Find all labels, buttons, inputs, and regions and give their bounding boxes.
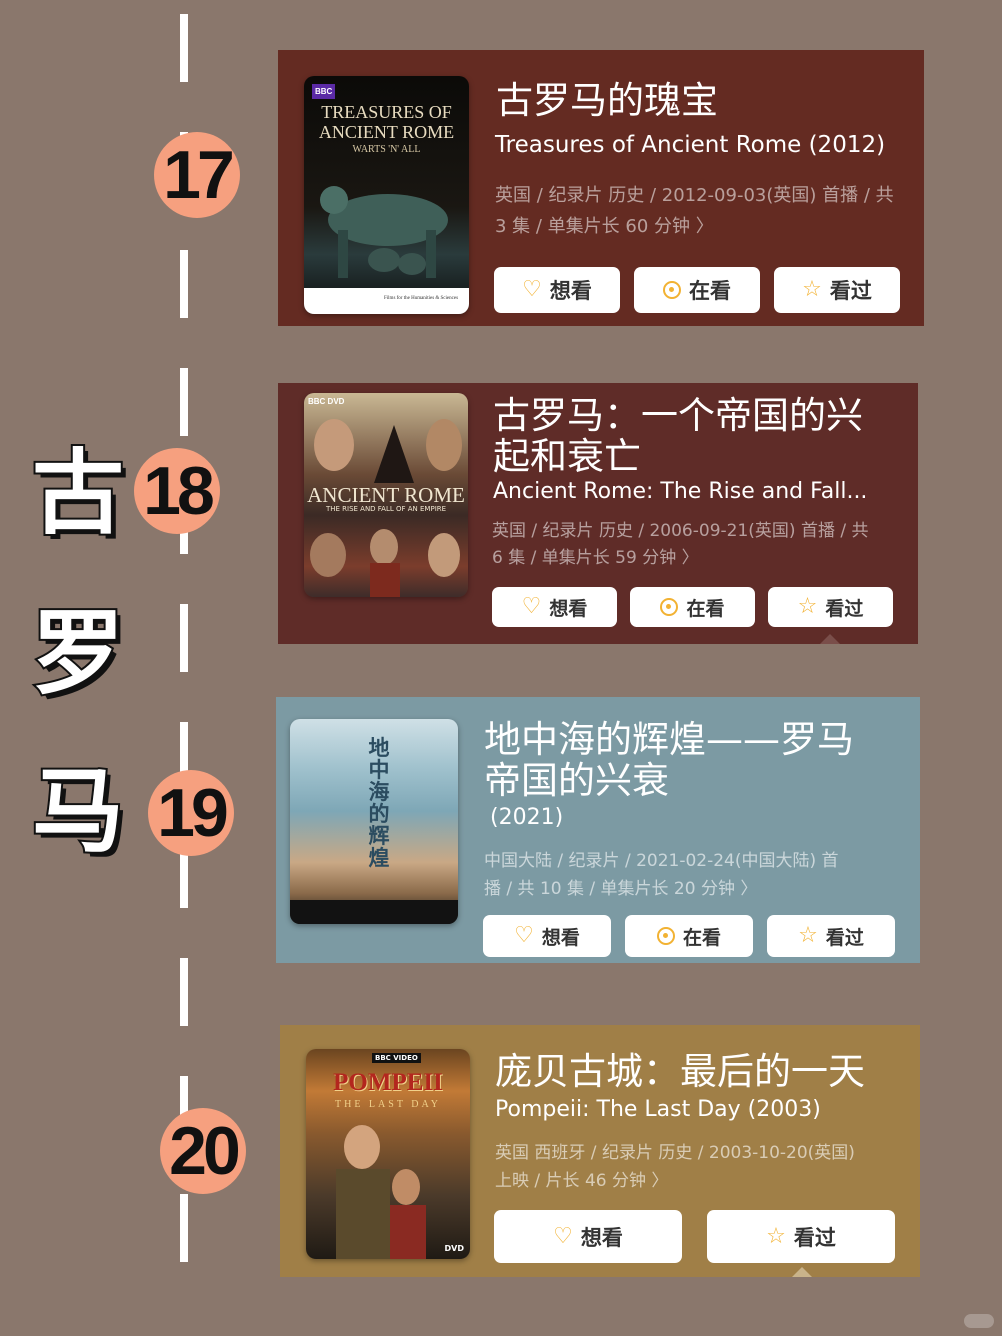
movie-meta[interactable]: 中国大陆 / 纪录片 / 2021-02-24(中国大陆) 首 播 / 共 10… xyxy=(484,847,839,903)
meta-line: 英国 / 纪录片 历史 / 2006-09-21(英国) 首播 / 共 xyxy=(492,521,869,541)
poster-image[interactable]: BBC DVD ANCIENT ROME THE RISE AND FALL O… xyxy=(304,393,468,597)
movie-card-19[interactable]: 地中海的辉煌 地中海的辉煌——罗马 帝国的兴衰 (2021) 中国大陆 / 纪录… xyxy=(276,697,920,963)
she-wolf-statue-illustration xyxy=(320,186,448,278)
button-label: 想看 xyxy=(549,279,592,303)
target-dot-icon xyxy=(656,927,675,945)
heart-plus-icon: ♡ xyxy=(553,1223,573,1249)
button-label: 想看 xyxy=(580,1225,623,1250)
meta-line: 3 集 / 单集片长 60 分钟 〉 xyxy=(495,216,714,237)
timeline-number-19: 19 xyxy=(148,770,234,856)
dvd-logo: DVD xyxy=(444,1244,464,1253)
poster-title-char: 辉 xyxy=(368,823,390,848)
watched-button[interactable]: ☆ 看过 xyxy=(707,1210,895,1263)
side-title-char-3: 马 xyxy=(30,758,126,865)
want-to-watch-button[interactable]: ♡ 想看 xyxy=(483,915,611,957)
side-title-char-1: 古 xyxy=(30,440,126,547)
meta-line: 中国大陆 / 纪录片 / 2021-02-24(中国大陆) 首 xyxy=(484,851,839,871)
poster-title-text: 地中海的辉煌 xyxy=(362,737,396,869)
side-title-char-2: 罗 xyxy=(30,600,126,707)
heart-plus-icon: ♡ xyxy=(521,594,542,619)
tooltip-notch xyxy=(792,1267,812,1277)
poster-image[interactable]: 地中海的辉煌 xyxy=(290,719,458,924)
button-label: 在看 xyxy=(682,926,721,949)
poster-footer: Films for the Humanities & Sciences xyxy=(304,288,469,314)
title-line: 地中海的辉煌——罗马 xyxy=(484,718,854,761)
meta-line: 英国 / 纪录片 历史 / 2012-09-03(英国) 首播 / 共 xyxy=(495,185,894,206)
timeline-number-20: 20 xyxy=(160,1108,246,1194)
movie-card-17[interactable]: BBC TREASURES OF ANCIENT ROME WARTS 'N' … xyxy=(278,50,924,326)
watching-button[interactable]: 在看 xyxy=(625,915,753,957)
poster-title-char: 海 xyxy=(368,779,390,804)
poster-image[interactable]: BBC VIDEO POMPEII THE LAST DAY DVD xyxy=(306,1049,470,1259)
watermark xyxy=(964,1314,994,1328)
movie-title[interactable]: 地中海的辉煌——罗马 帝国的兴衰 xyxy=(484,719,854,801)
poster-tagline: WARTS 'N' ALL xyxy=(352,144,421,155)
pompeii-figures-illustration xyxy=(336,1125,426,1259)
watching-button[interactable]: 在看 xyxy=(630,587,755,627)
movie-subtitle: Ancient Rome: The Rise and Fall... xyxy=(493,479,868,504)
poster-title: POMPEII xyxy=(333,1069,443,1096)
poster-title-char: 的 xyxy=(368,801,390,826)
watched-button[interactable]: ☆ 看过 xyxy=(767,915,895,957)
movie-card-18[interactable]: BBC DVD ANCIENT ROME THE RISE AND FALL O… xyxy=(278,383,918,644)
poster-tagline: THE LAST DAY xyxy=(334,1099,441,1110)
poster-tagline: THE RISE AND FALL OF AN EMPIRE xyxy=(325,505,447,513)
heart-plus-icon: ♡ xyxy=(522,277,542,302)
roman-crowd-illustration xyxy=(310,529,460,597)
movie-meta[interactable]: 英国 西班牙 / 纪录片 历史 / 2003-10-20(英国) 上映 / 片长… xyxy=(495,1139,855,1195)
title-line: 帝国的兴衰 xyxy=(484,759,669,802)
watched-button[interactable]: ☆ 看过 xyxy=(768,587,893,627)
timeline-number-18: 18 xyxy=(134,448,220,534)
button-label: 在看 xyxy=(689,279,731,303)
movie-subtitle: Treasures of Ancient Rome (2012) xyxy=(495,132,886,158)
movie-title[interactable]: 古罗马的瑰宝 xyxy=(496,80,718,121)
title-line: 起和衰亡 xyxy=(493,435,641,478)
meta-line: 上映 / 片长 46 分钟 〉 xyxy=(495,1171,669,1191)
want-to-watch-button[interactable]: ♡ 想看 xyxy=(494,267,620,313)
movie-title[interactable]: 古罗马：一个帝国的兴 起和衰亡 xyxy=(493,395,863,477)
meta-line: 英国 西班牙 / 纪录片 历史 / 2003-10-20(英国) xyxy=(495,1143,855,1163)
movie-card-20[interactable]: BBC VIDEO POMPEII THE LAST DAY DVD 庞贝古城：… xyxy=(280,1025,920,1277)
roman-figures-illustration xyxy=(314,419,462,483)
button-label: 想看 xyxy=(549,597,588,620)
meta-line: 播 / 共 10 集 / 单集片长 20 分钟 〉 xyxy=(484,879,758,899)
button-label: 在看 xyxy=(686,597,725,620)
poster-title-char: 煌 xyxy=(368,845,390,870)
star-icon: ☆ xyxy=(766,1223,786,1249)
button-label: 看过 xyxy=(825,926,864,949)
want-to-watch-button[interactable]: ♡ 想看 xyxy=(492,587,617,627)
poster-title-line2: ANCIENT ROME xyxy=(318,122,455,142)
movie-meta[interactable]: 英国 / 纪录片 历史 / 2012-09-03(英国) 首播 / 共 3 集 … xyxy=(495,180,894,242)
button-label: 看过 xyxy=(825,597,864,620)
star-icon: ☆ xyxy=(797,594,818,619)
bbc-logo: BBC xyxy=(312,84,336,99)
poster-title-char: 中 xyxy=(368,757,390,782)
movie-year: (2021) xyxy=(490,805,564,830)
title-line: 古罗马：一个帝国的兴 xyxy=(493,394,863,437)
poster-title-char: 地 xyxy=(368,735,390,760)
watched-button[interactable]: ☆ 看过 xyxy=(774,267,900,313)
poster-image[interactable]: BBC TREASURES OF ANCIENT ROME WARTS 'N' … xyxy=(304,76,469,314)
target-dot-icon xyxy=(663,281,681,299)
meta-line: 6 集 / 单集片长 59 分钟 〉 xyxy=(492,548,699,568)
poster-footer-bar xyxy=(290,900,458,924)
poster-title-line1: TREASURES OF xyxy=(321,102,452,122)
target-dot-icon xyxy=(660,598,679,616)
heart-plus-icon: ♡ xyxy=(514,923,534,948)
movie-meta[interactable]: 英国 / 纪录片 历史 / 2006-09-21(英国) 首播 / 共 6 集 … xyxy=(492,518,868,572)
watching-button[interactable]: 在看 xyxy=(634,267,760,313)
button-label: 看过 xyxy=(829,279,872,303)
poster-title: 地中海的辉煌 xyxy=(362,737,396,869)
button-label: 看过 xyxy=(793,1225,836,1250)
tooltip-notch xyxy=(820,634,840,644)
want-to-watch-button[interactable]: ♡ 想看 xyxy=(494,1210,682,1263)
movie-subtitle: Pompeii: The Last Day (2003) xyxy=(495,1097,821,1122)
star-icon: ☆ xyxy=(802,277,822,302)
bbc-video-logo: BBC VIDEO xyxy=(372,1053,421,1063)
timeline-number-17: 17 xyxy=(154,132,240,218)
movie-title[interactable]: 庞贝古城：最后的一天 xyxy=(495,1051,865,1092)
star-icon: ☆ xyxy=(798,923,818,948)
button-label: 想看 xyxy=(541,926,580,949)
